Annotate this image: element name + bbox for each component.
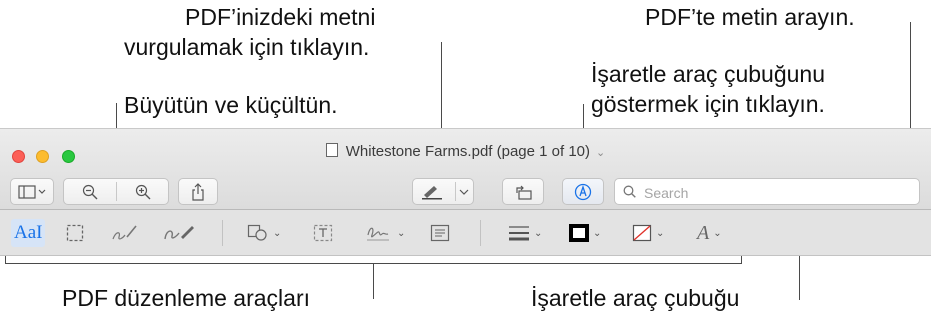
sidebar-button[interactable] [10, 178, 54, 205]
chevron-down-icon: ⌄ [656, 227, 665, 239]
markup-toolbar-separator [222, 220, 223, 246]
search-input[interactable] [642, 182, 906, 203]
highlight-icon [422, 186, 442, 200]
text-box-tool[interactable] [313, 222, 333, 244]
zoom-in-button[interactable] [117, 179, 169, 204]
callout-markup-toggle: İşaretle araç çubuğunu göstermek için tı… [591, 59, 825, 119]
sketch-icon [112, 225, 137, 240]
rectangular-selection-tool[interactable] [66, 222, 84, 244]
sketch-tool[interactable] [111, 222, 139, 244]
note-tool[interactable] [430, 222, 450, 244]
callout-highlight-line1: PDF’inizdeki metni [185, 4, 376, 30]
note-icon [430, 224, 450, 242]
callout-search: PDF’te metin arayın. [645, 4, 855, 30]
shape-style-icon [509, 226, 529, 241]
window-title[interactable]: Whitestone Farms.pdf (page 1 of 10) ⌄ [0, 143, 931, 160]
chevron-down-icon: ⌄ [397, 227, 406, 239]
zoom-out-icon [82, 184, 98, 199]
highlight-button[interactable] [412, 178, 474, 205]
draw-icon [164, 226, 194, 240]
callout-edit-tools: PDF düzenleme araçları [62, 285, 310, 311]
sign-icon [367, 227, 389, 241]
callout-markup-toggle-line1: İşaretle araç çubuğunu [591, 61, 825, 87]
markup-icon [574, 183, 592, 200]
chevron-down-icon: ⌄ [534, 227, 543, 239]
chevron-down-icon: ⌄ [273, 227, 282, 239]
draw-tool[interactable] [162, 222, 196, 244]
search-icon [623, 185, 636, 198]
zoom-in-icon [135, 184, 151, 199]
markup-toolbar-button[interactable] [562, 178, 604, 205]
chevron-down-icon: ⌄ [713, 227, 722, 239]
window-title-text: Whitestone Farms.pdf (page 1 of 10) [345, 143, 591, 160]
chevron-down-icon[interactable] [459, 189, 469, 195]
share-button[interactable] [178, 178, 218, 205]
markup-toolbar-separator [480, 220, 481, 246]
rotate-button[interactable] [502, 178, 544, 205]
callout-markup-bar: İşaretle araç çubuğu [531, 285, 740, 311]
rectangular-selection-icon [66, 224, 84, 242]
fill-color-icon [632, 224, 652, 242]
callout-markup-toggle-line2: göstermek için tıklayın. [591, 91, 825, 117]
shapes-icon [247, 224, 267, 241]
highlight-divider [455, 182, 456, 201]
markup-toolbar: AaI ⌄ ⌄ ⌄ ⌄ ⌄ A ⌄ [0, 210, 931, 256]
border-color-icon [569, 224, 589, 242]
text-style-icon: A [697, 221, 710, 244]
text-box-icon [313, 224, 333, 242]
text-selection-tool[interactable]: AaI [11, 219, 46, 247]
sign-tool[interactable]: ⌄ [365, 222, 405, 244]
border-color-tool[interactable]: ⌄ [569, 222, 601, 244]
callout-zoom: Büyütün ve küçültün. [124, 92, 338, 118]
text-style-tool[interactable]: A ⌄ [697, 222, 722, 244]
share-icon [192, 182, 204, 201]
sidebar-icon [18, 184, 46, 199]
zoom-segmented-control [63, 178, 169, 205]
callout-highlight: PDF’inizdeki metni vurgulamak için tıkla… [124, 2, 415, 62]
zoom-out-button[interactable] [64, 179, 116, 204]
search-field[interactable] [614, 178, 920, 205]
rotate-icon [516, 185, 532, 200]
shapes-tool[interactable]: ⌄ [247, 222, 281, 244]
chevron-down-icon: ⌄ [593, 227, 602, 239]
document-icon [325, 143, 338, 157]
text-selection-icon: AaI [14, 222, 43, 243]
chevron-down-icon: ⌄ [596, 147, 606, 159]
fill-color-tool[interactable]: ⌄ [632, 222, 664, 244]
callout-highlight-line2: vurgulamak için tıklayın. [124, 34, 370, 60]
shape-style-tool[interactable]: ⌄ [508, 222, 542, 244]
title-bar: Whitestone Farms.pdf (page 1 of 10) ⌄ [0, 128, 931, 210]
preview-window: Whitestone Farms.pdf (page 1 of 10) ⌄ Se… [0, 128, 931, 276]
